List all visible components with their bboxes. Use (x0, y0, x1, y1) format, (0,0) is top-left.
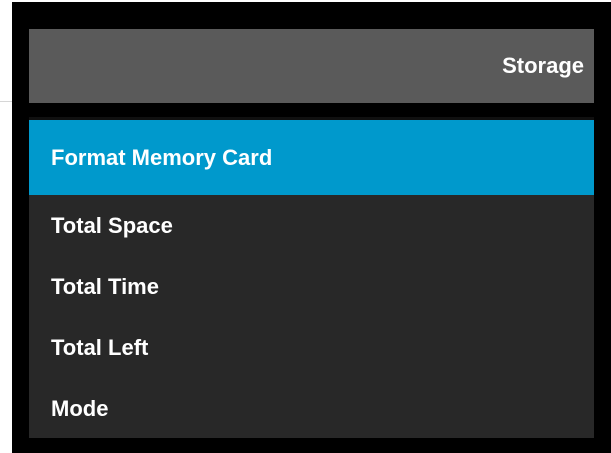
device-screen: Storage Format Memory Card Total Space T… (12, 2, 611, 453)
menu-item-mode[interactable]: Mode (29, 378, 594, 439)
menu-item-total-left[interactable]: Total Left (29, 317, 594, 378)
menu-item-format-memory-card[interactable]: Format Memory Card (29, 120, 594, 195)
title-bar: Storage (29, 29, 594, 103)
menu-item-label: Total Time (51, 273, 159, 299)
menu-item-label: Mode (51, 395, 109, 421)
storage-menu: Format Memory Card Total Space Total Tim… (29, 117, 594, 438)
menu-item-total-time[interactable]: Total Time (29, 256, 594, 317)
menu-item-label: Format Memory Card (51, 144, 273, 170)
menu-item-label: Total Left (51, 334, 149, 360)
divider-line (0, 101, 12, 102)
page-title: Storage (502, 53, 584, 78)
menu-item-total-space[interactable]: Total Space (29, 195, 594, 256)
menu-item-label: Total Space (51, 212, 173, 238)
